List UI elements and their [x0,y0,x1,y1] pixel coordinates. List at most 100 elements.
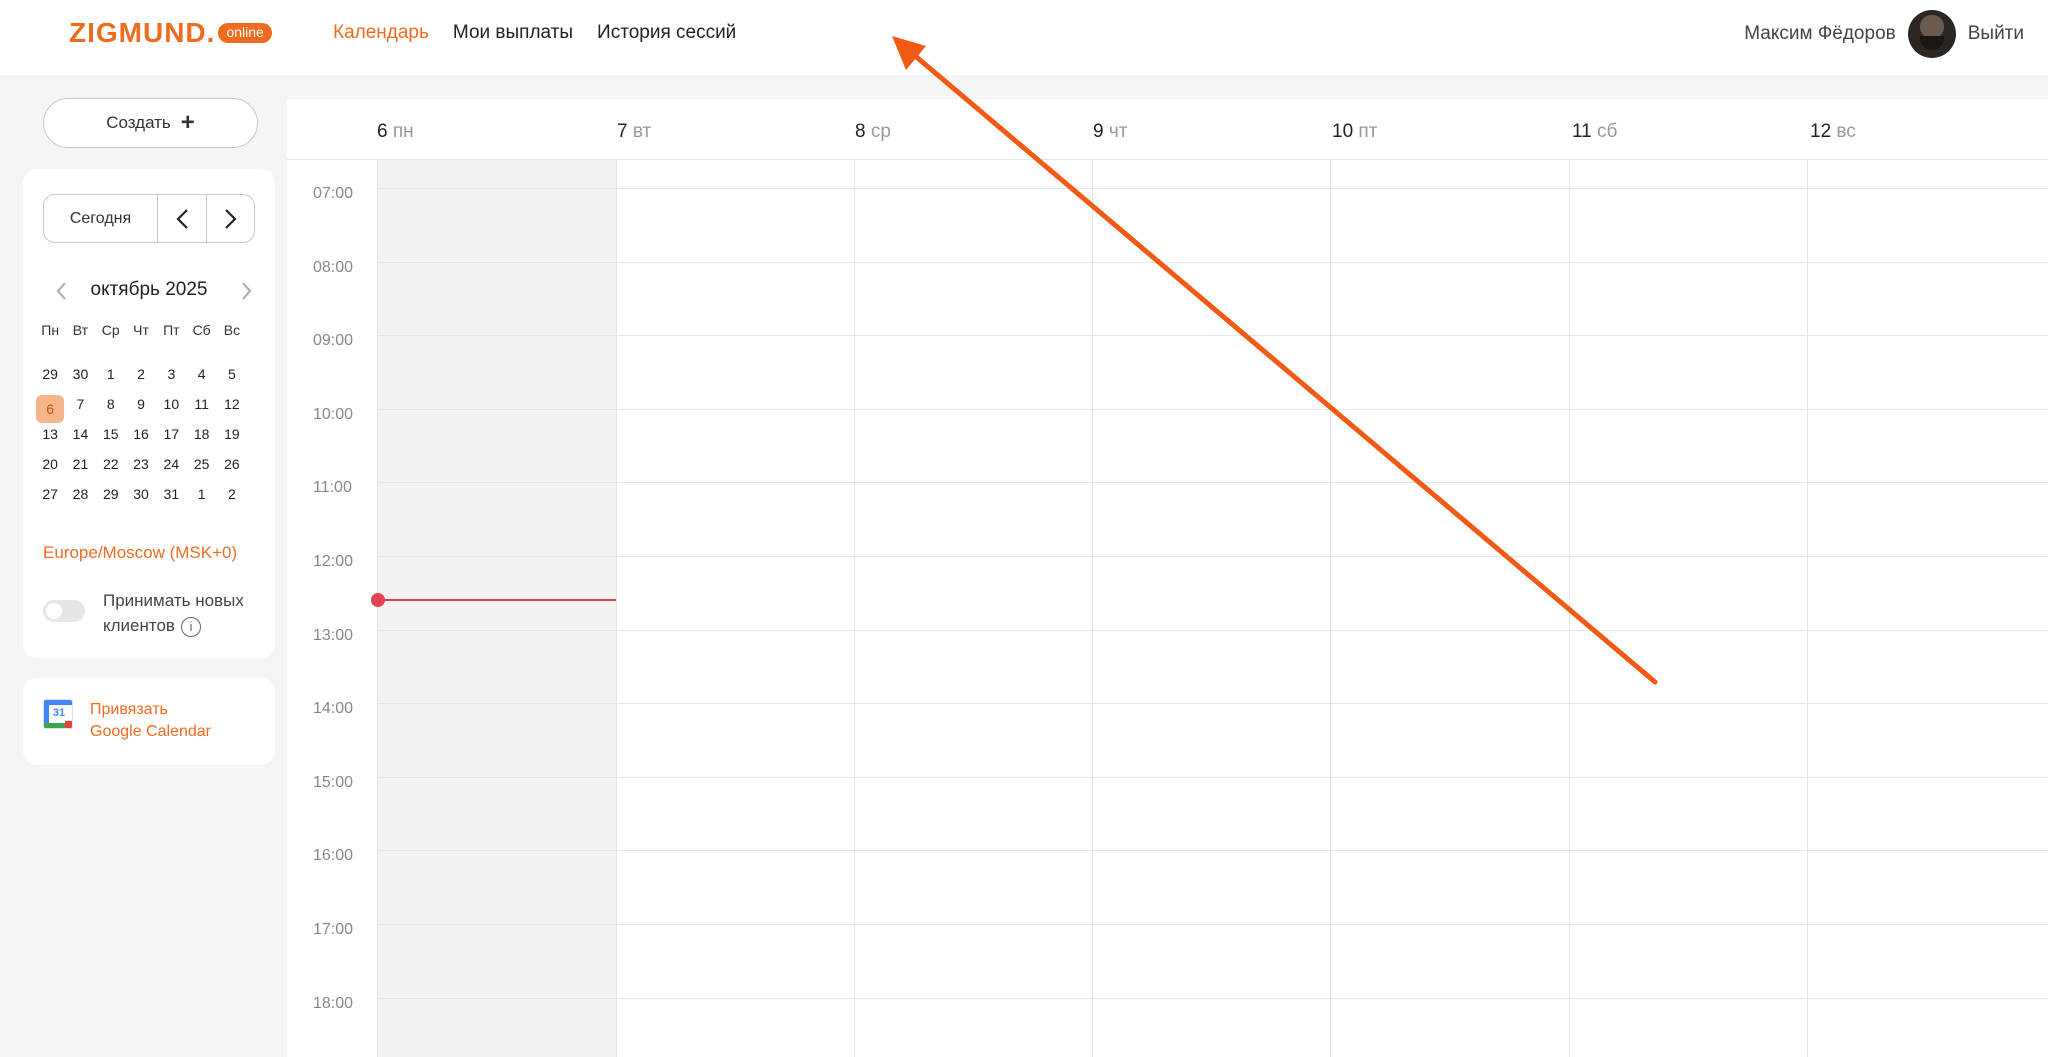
accept-clients-label: Принимать новых клиентов i [103,588,244,638]
mini-calendar-day[interactable]: 9 [126,389,156,419]
mini-calendar-day[interactable]: 3 [156,359,186,389]
day-header: 10 пт [1332,121,1377,143]
nav-payouts[interactable]: Мои выплаты [453,22,573,44]
hour-line [377,924,2048,925]
mini-calendar-day[interactable]: 30 [126,479,156,509]
zigmund-logo[interactable]: ZIGMUND. online [69,17,272,48]
calendar-grid[interactable]: 07:00 08:00 09:00 10:00 11:00 12:00 13:00 14:00… [287,160,2048,1057]
day-header: 12 вс [1810,121,1856,143]
day-number: 7 [76,396,85,412]
day-number: 28 [72,486,89,502]
info-icon[interactable]: i [180,616,201,637]
hour-line [377,703,2048,705]
hour-line [377,482,2048,484]
user-name[interactable]: Максим Фёдоров [1744,23,1895,45]
day-header: 11 сб [1572,121,1617,143]
sidebar-panel: Сегодня октябрь 2025 Пн Вт Ср Чт Пт Сб Вс 29 30 1… [23,169,275,658]
day-column-divider [1092,160,1093,1057]
google-calendar-icon: 31 [43,699,73,729]
next-month-icon[interactable] [241,281,253,301]
today-button[interactable]: Сегодня [44,195,158,242]
day-number: 22 [102,456,119,472]
hour-line [377,776,2048,778]
next-week-button[interactable] [206,195,254,242]
timezone-link[interactable]: Europe/Moscow (MSK+0) [43,543,237,563]
accept-clients-toggle[interactable] [43,600,85,622]
mini-calendar-day[interactable]: 12 [217,389,247,419]
day-number: 1 [197,486,206,502]
mini-calendar-day[interactable]: 29 [35,359,65,389]
create-button-label: Создать [106,113,171,132]
weekday-label: Чт [133,322,149,338]
time-label: 16:00 [313,847,354,865]
mini-calendar-day[interactable]: 4 [186,359,216,389]
mini-calendar-day[interactable]: 21 [65,449,95,479]
mini-calendar-day[interactable]: 23 [126,449,156,479]
mini-calendar-day[interactable]: 5 [217,359,247,389]
day-number: 9 [137,396,145,412]
mini-calendar-day[interactable]: 18 [186,419,216,449]
mini-calendar-day[interactable]: 2 [217,479,247,509]
mini-calendar-day[interactable]: 26 [217,449,247,479]
mini-calendar-day[interactable]: 1 [186,479,216,509]
time-label: 15:00 [313,773,354,791]
mini-calendar-day[interactable]: 17 [156,419,186,449]
mini-calendar-day[interactable]: 27 [35,479,65,509]
day-number: 25 [193,456,210,472]
hour-line [377,556,2048,557]
mini-calendar-header: октябрь 2025 [23,275,275,305]
avatar[interactable] [1907,10,1956,58]
mini-calendar-day[interactable]: 16 [126,419,156,449]
mini-calendar-day[interactable]: 13 [35,419,65,449]
day-number: 29 [102,486,119,502]
nav-calendar[interactable]: Календарь [333,22,429,44]
chevron-right-icon [224,208,237,229]
mini-calendar-day[interactable]: 8 [96,389,126,419]
mini-calendar-day[interactable]: 2 [126,359,156,389]
mini-calendar-grid: Пн Вт Ср Чт Пт Сб Вс 29 30 1 2 3 4 5 6 7 8 9 10 11 12 13 14 15 1… [35,315,275,509]
mini-calendar-day[interactable]: 14 [65,419,95,449]
google-calendar-link[interactable]: 31 Привязать Google Calendar [23,678,275,765]
mini-calendar-day[interactable]: 20 [35,449,65,479]
logout-link[interactable]: Выйти [1968,23,2024,45]
day-number: 19 [224,426,240,442]
weekday-label: Вт [72,322,89,338]
weekday-label: Пт [163,322,180,338]
day-number: 8 [106,396,115,412]
day-number: 7 [617,121,628,142]
mini-calendar-day-selected[interactable]: 6 [35,389,65,423]
mini-calendar-day[interactable]: 30 [65,359,95,389]
day-of-week: ср [870,121,891,142]
mini-calendar-day[interactable]: 25 [186,449,216,479]
current-time-dot [371,593,385,607]
mini-calendar-day[interactable]: 10 [156,389,186,419]
time-label: 09:00 [313,332,354,350]
day-column-divider [616,160,617,1057]
accept-clients-line2: клиентов [103,616,175,635]
mini-calendar-day[interactable]: 22 [96,449,126,479]
mini-calendar-week: 13 14 15 16 17 18 19 [35,419,275,449]
day-of-week: вт [632,121,652,142]
mini-calendar-day[interactable]: 1 [96,359,126,389]
day-number: 10 [163,396,180,412]
mini-calendar-day[interactable]: 7 [65,389,95,419]
day-column-divider [377,160,378,1057]
mini-calendar-day[interactable]: 29 [96,479,126,509]
nav-session-history[interactable]: История сессий [597,22,736,44]
mini-calendar-day[interactable]: 15 [96,419,126,449]
mini-calendar-day[interactable]: 31 [156,479,186,509]
mini-calendar-day[interactable]: 19 [217,419,247,449]
create-button[interactable]: Создать + [43,98,258,148]
day-number: 3 [167,366,176,382]
mini-calendar-day[interactable]: 11 [186,389,216,419]
gcal-line2: Google Calendar [90,723,211,740]
day-number: 2 [228,486,236,502]
day-number: 6 [377,121,388,142]
time-label: 07:00 [313,185,354,202]
logo-text: ZIGMUND. [69,17,216,48]
weekday-label: Ср [101,322,120,338]
mini-calendar-day[interactable]: 24 [156,449,186,479]
mini-calendar-day[interactable]: 28 [65,479,95,509]
prev-week-button[interactable] [158,195,206,242]
time-label: 12:00 [313,553,354,570]
